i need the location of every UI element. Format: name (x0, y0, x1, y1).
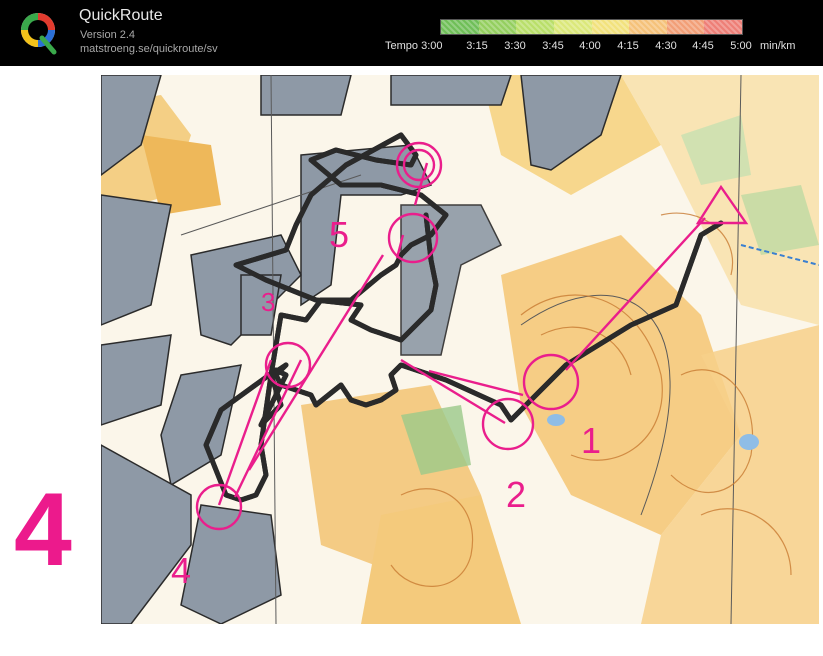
pace-color-segment (441, 20, 479, 34)
pace-color-segment (516, 20, 554, 34)
control-number-2: 2 (506, 474, 526, 515)
leg-number: 4 (14, 472, 72, 588)
pace-color-segment (553, 20, 592, 34)
pace-scale-label: Tempo 3:00 (385, 40, 443, 52)
pace-tick-label: 5:00 (730, 40, 752, 52)
control-number-4: 4 (171, 550, 191, 591)
control-number-3: 3 (261, 287, 275, 317)
pace-color-segment (478, 20, 517, 34)
app-title: QuickRoute (79, 7, 163, 24)
pace-color-segment (704, 20, 742, 34)
quickroute-logo-icon (21, 13, 57, 55)
pace-tick-label: 4:00 (579, 40, 601, 52)
pace-tick-label: 3:45 (542, 40, 564, 52)
pace-color-segment (629, 20, 667, 34)
app-version: Version 2.4 (80, 29, 136, 41)
control-number-5: 5 (329, 214, 349, 255)
pace-color-segment (591, 20, 630, 34)
pace-tick-label: 4:45 (692, 40, 714, 52)
orienteering-map[interactable]: 1 2 3 4 5 (101, 75, 819, 624)
pace-unit-label: min/km (760, 40, 796, 52)
pace-tick-label: 4:30 (655, 40, 677, 52)
control-number-1: 1 (581, 420, 601, 461)
app-header: QuickRoute Version 2.4 matstroeng.se/qui… (0, 0, 823, 66)
pace-color-segment (666, 20, 705, 34)
pace-tick-label: 3:15 (466, 40, 488, 52)
app-url[interactable]: matstroeng.se/quickroute/sv (80, 43, 218, 55)
pace-color-scale (440, 19, 743, 35)
pace-tick-label: 4:15 (617, 40, 639, 52)
pace-tick-label: 3:30 (504, 40, 526, 52)
